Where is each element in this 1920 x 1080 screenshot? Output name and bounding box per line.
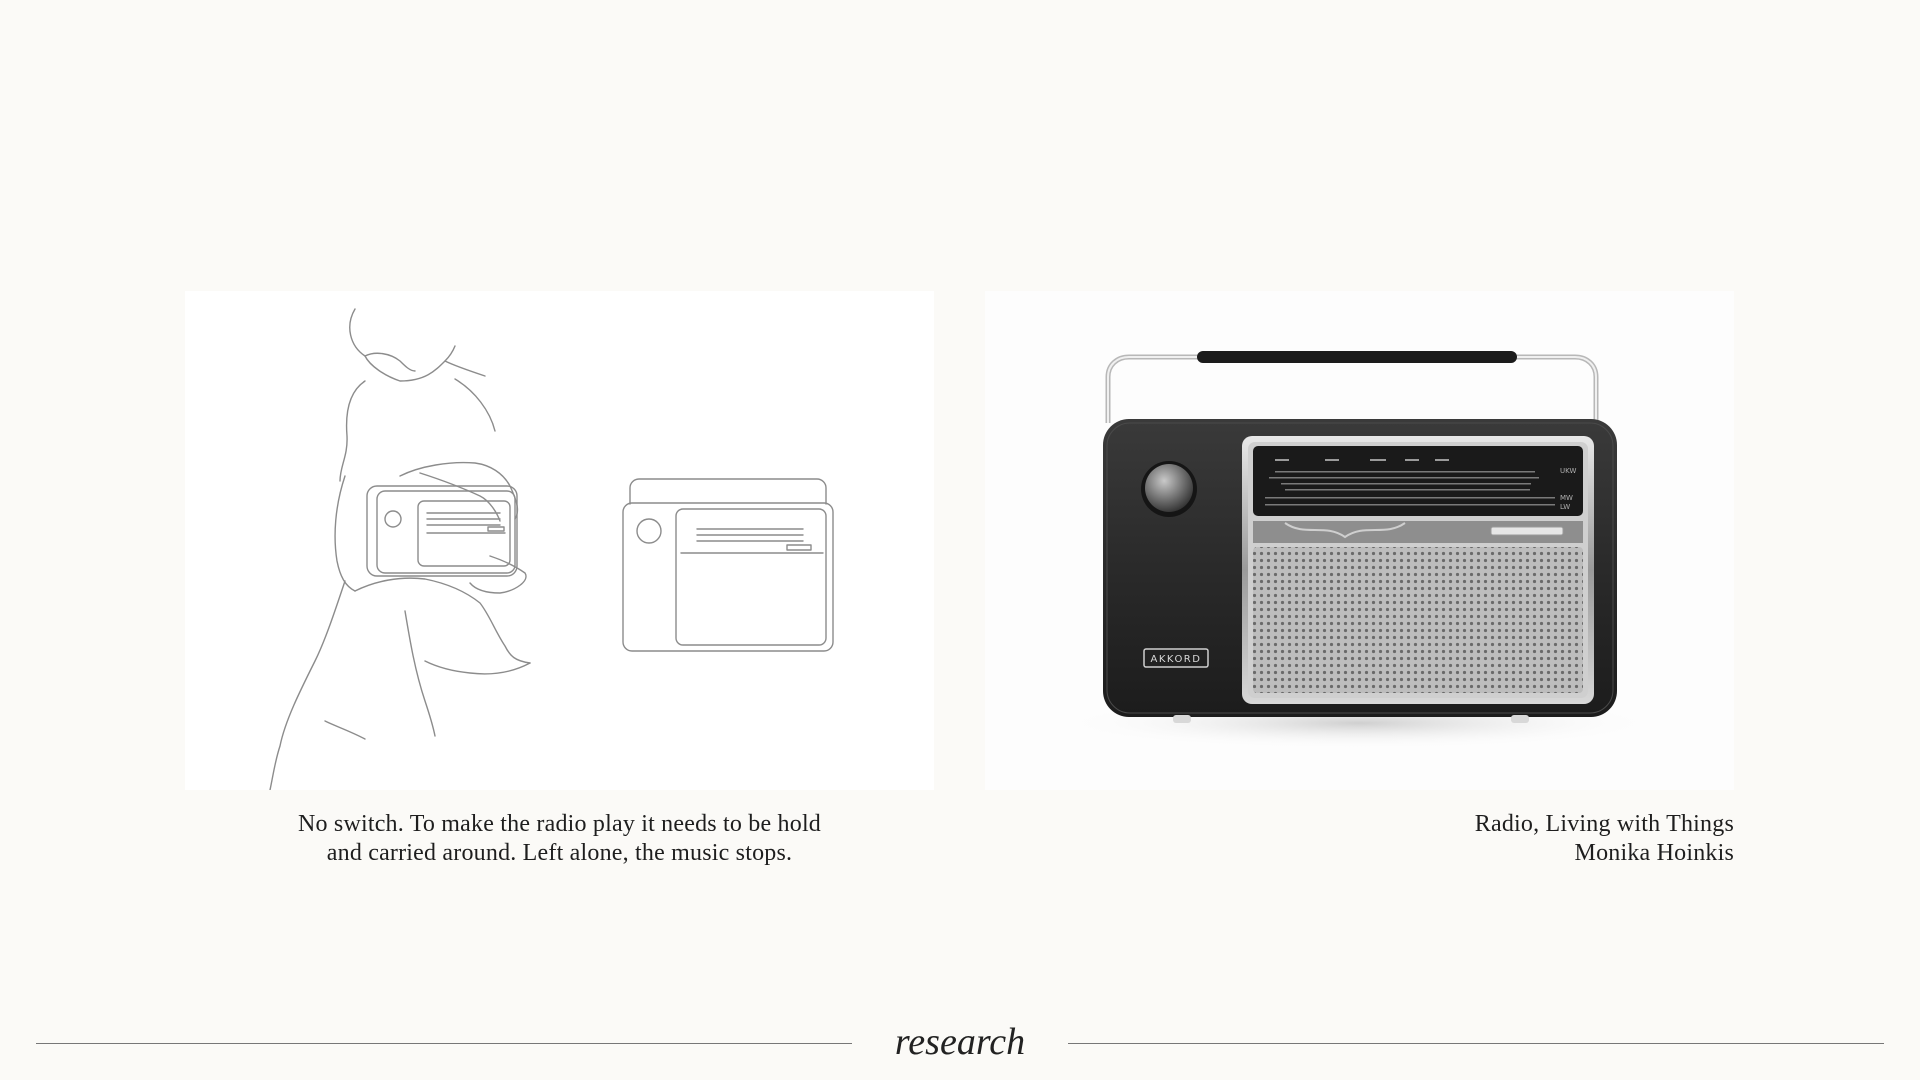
radio-hold-illustration: [269, 308, 834, 790]
footer-divider-right: [1068, 1043, 1884, 1044]
dial-band-mw: MW: [1560, 494, 1573, 502]
footer-divider-left: [36, 1043, 852, 1044]
brand-plate: AKKORD: [1151, 654, 1202, 665]
caption-line: and carried around. Left alone, the musi…: [326, 840, 793, 866]
credit-author: Monika Hoinkis: [1574, 840, 1734, 866]
radio-photo: UKW MW LW AKKORD: [1059, 351, 1659, 749]
credit-title: Radio, Living with Things: [1474, 811, 1734, 837]
dial-band-ukw: UKW: [1560, 467, 1576, 475]
slide: UKW MW LW AKKORD No switch. To make the …: [0, 0, 1920, 1080]
caption-line: No switch. To make the radio play it nee…: [297, 811, 822, 837]
illustration-caption: No switch. To make the radio play it nee…: [185, 810, 934, 868]
section-label: research: [894, 1021, 1026, 1063]
illustration-panel: [185, 291, 934, 790]
photo-credit: Radio, Living with Things Monika Hoinkis: [985, 810, 1734, 868]
dial-band-lw: LW: [1560, 503, 1570, 511]
photo-panel: UKW MW LW AKKORD: [985, 291, 1734, 790]
